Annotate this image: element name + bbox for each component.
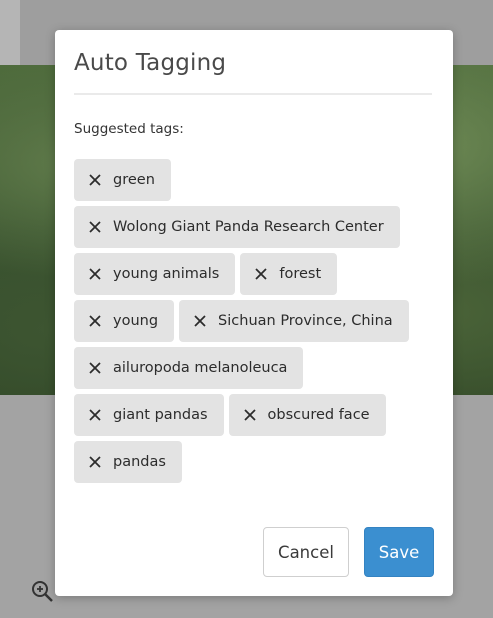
- close-icon[interactable]: [243, 408, 257, 422]
- tag-label: Sichuan Province, China: [218, 313, 393, 329]
- tag-label: obscured face: [267, 407, 370, 423]
- tag-label: young: [113, 313, 159, 329]
- tag-chip: ailuropoda melanoleuca: [74, 347, 304, 389]
- tag-chip: Wolong Giant Panda Research Center: [74, 206, 400, 248]
- close-icon[interactable]: [193, 314, 207, 328]
- tag-chip: pandas: [74, 441, 182, 483]
- tag-row: green: [74, 159, 414, 201]
- tag-row: young animals forest: [74, 253, 414, 295]
- tag-row: Wolong Giant Panda Research Center: [74, 206, 414, 248]
- close-icon[interactable]: [88, 267, 102, 281]
- tag-label: green: [113, 172, 155, 188]
- close-icon[interactable]: [88, 361, 102, 375]
- tag-label: pandas: [113, 454, 166, 470]
- tag-row: young Sichuan Province, China: [74, 300, 414, 342]
- tag-chip: young: [74, 300, 175, 342]
- close-icon[interactable]: [88, 173, 102, 187]
- close-icon[interactable]: [88, 408, 102, 422]
- tag-row: pandas: [74, 441, 414, 483]
- tag-chip: young animals: [74, 253, 236, 295]
- tag-chip: Sichuan Province, China: [179, 300, 409, 342]
- zoom-in-icon: [32, 581, 53, 602]
- suggested-tags-list: green Wolong Giant Panda Research Center y…: [74, 159, 414, 488]
- tag-chip: obscured face: [228, 394, 386, 436]
- screen: Auto Tagging Suggested tags: green Wolong…: [0, 0, 493, 618]
- tag-row: ailuropoda melanoleuca: [74, 347, 414, 389]
- tag-label: forest: [279, 266, 322, 282]
- close-icon[interactable]: [88, 314, 102, 328]
- title-divider: [74, 93, 432, 95]
- close-icon[interactable]: [254, 267, 268, 281]
- tag-label: young animals: [113, 266, 220, 282]
- close-icon[interactable]: [88, 455, 102, 469]
- tag-chip: giant pandas: [74, 394, 224, 436]
- background-edge: [0, 0, 20, 65]
- tag-chip: green: [74, 159, 171, 201]
- dialog-title: Auto Tagging: [74, 50, 227, 76]
- tag-chip: forest: [240, 253, 338, 295]
- tag-label: ailuropoda melanoleuca: [113, 360, 288, 376]
- cancel-button[interactable]: Cancel: [263, 527, 349, 577]
- suggested-tags-label: Suggested tags:: [74, 121, 184, 137]
- tag-label: giant pandas: [113, 407, 208, 423]
- close-icon[interactable]: [88, 220, 102, 234]
- tag-label: Wolong Giant Panda Research Center: [113, 219, 384, 235]
- tag-row: giant pandas obscured face: [74, 394, 414, 436]
- save-button[interactable]: Save: [364, 527, 434, 577]
- auto-tagging-dialog: Auto Tagging Suggested tags: green Wolong…: [55, 30, 453, 596]
